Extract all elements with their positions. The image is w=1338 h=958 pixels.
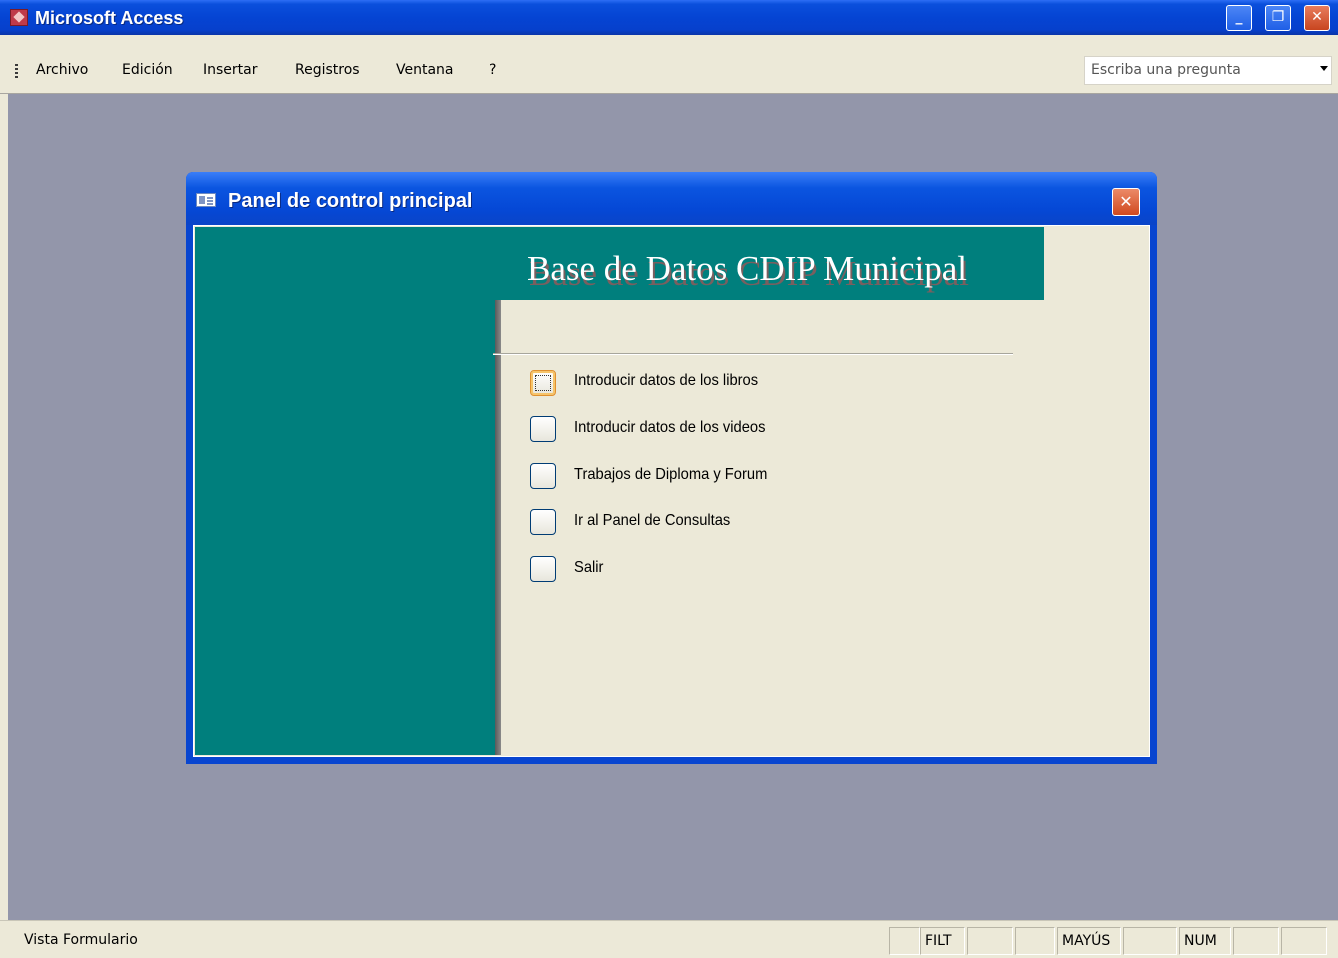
status-pane-7 — [1233, 927, 1279, 955]
app-titlebar: Microsoft Access _ ❐ ✕ — [0, 0, 1338, 35]
menu-registros[interactable]: Registros — [295, 62, 360, 78]
panel-shadow — [495, 227, 501, 755]
dialog-close-button[interactable]: ✕ — [1112, 188, 1140, 216]
dropdown-arrow-icon[interactable] — [1320, 66, 1328, 71]
status-pane-3 — [1015, 927, 1055, 955]
switchboard-dialog: Panel de control principal ✕ Base de Dat… — [186, 172, 1157, 764]
teal-side-panel — [195, 227, 495, 755]
dialog-titlebar[interactable]: Panel de control principal ✕ — [186, 172, 1157, 225]
status-pane-8 — [1281, 927, 1327, 955]
menu-insertar[interactable]: Insertar — [203, 62, 258, 78]
option-button-salir[interactable] — [530, 556, 556, 582]
option-label-videos[interactable]: Introducir datos de los videos — [574, 419, 765, 437]
menu-help[interactable]: ? — [489, 62, 496, 78]
status-bar: Vista Formulario FILT MAYÚS NUM — [0, 920, 1338, 958]
option-label-consultas[interactable]: Ir al Panel de Consultas — [574, 512, 730, 530]
menu-edicion[interactable]: Edición — [122, 62, 173, 78]
status-pane-blank — [889, 927, 920, 955]
option-label-salir[interactable]: Salir — [574, 559, 603, 577]
header-title: Base de Datos CDIP Municipal — [527, 249, 968, 288]
status-pane-2 — [967, 927, 1013, 955]
form-icon — [196, 193, 216, 207]
menu-grip-handle[interactable] — [15, 64, 18, 78]
app-title: Microsoft Access — [35, 8, 184, 28]
dialog-title: Panel de control principal — [228, 190, 473, 212]
status-pane-5 — [1123, 927, 1177, 955]
option-label-libros[interactable]: Introducir datos de los libros — [574, 372, 758, 390]
option-button-trabajos[interactable] — [530, 463, 556, 489]
access-key-icon[interactable] — [10, 9, 28, 26]
ask-question-input[interactable]: Escriba una pregunta — [1084, 56, 1332, 85]
restore-button[interactable]: ❐ — [1265, 5, 1291, 31]
dialog-body: Base de Datos CDIP Municipal Introducir … — [193, 225, 1150, 757]
menu-bar: Archivo Edición Insertar Registros Venta… — [0, 35, 1338, 94]
workspace-border — [0, 94, 8, 920]
status-pane-mayus: MAYÚS — [1057, 927, 1121, 955]
status-text: Vista Formulario — [24, 932, 138, 948]
option-button-videos[interactable] — [530, 416, 556, 442]
close-button[interactable]: ✕ — [1304, 5, 1330, 31]
menu-archivo[interactable]: Archivo — [36, 62, 88, 78]
status-pane-num: NUM — [1179, 927, 1231, 955]
status-pane-filt: FILT — [920, 927, 965, 955]
ask-question-placeholder: Escriba una pregunta — [1091, 62, 1241, 78]
menu-ventana[interactable]: Ventana — [396, 62, 454, 78]
option-button-consultas[interactable] — [530, 509, 556, 535]
option-label-trabajos[interactable]: Trabajos de Diploma y Forum — [574, 466, 767, 484]
option-button-libros[interactable] — [530, 370, 556, 396]
minimize-button[interactable]: _ — [1226, 5, 1252, 31]
divider — [493, 353, 1013, 355]
